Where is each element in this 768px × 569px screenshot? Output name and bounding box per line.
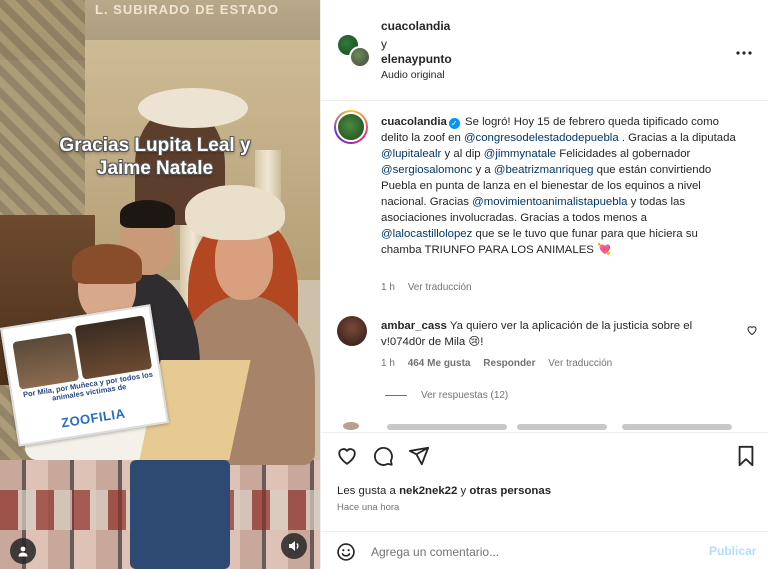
caption-author-avatar[interactable] xyxy=(334,110,368,144)
media-person xyxy=(72,244,142,284)
smiley-icon xyxy=(337,543,355,561)
post-caption: cuacolandia ✓ Se logró! Hoy 15 de febrero… xyxy=(381,114,741,258)
post-header: cuacolandia y elenaypunto Audio original xyxy=(321,0,768,101)
comment-username[interactable]: ambar_cass xyxy=(381,320,447,332)
caption-text: . Gracias a la diputada xyxy=(618,132,736,144)
share-icon xyxy=(408,446,430,466)
share-button[interactable] xyxy=(408,445,430,472)
publish-button[interactable]: Publicar xyxy=(709,544,756,558)
mention-link[interactable]: @congresodelestadodepuebla xyxy=(464,132,619,144)
emoji-picker-button[interactable] xyxy=(336,542,356,567)
comment-reply-button[interactable]: Responder xyxy=(483,358,535,369)
comment-icon xyxy=(374,447,393,466)
commenter-avatar[interactable] xyxy=(337,316,367,346)
caption-see-translation[interactable]: Ver traducción xyxy=(408,282,472,293)
comment-see-translation[interactable]: Ver traducción xyxy=(548,358,612,369)
add-comment-bar: Publicar xyxy=(321,531,768,569)
post-detail-panel: cuacolandia y elenaypunto Audio original… xyxy=(320,0,768,569)
user-tag-button[interactable] xyxy=(10,538,36,564)
coauthor-username[interactable]: elenaypunto xyxy=(381,52,452,66)
view-replies-label: Ver respuestas (12) xyxy=(421,390,509,401)
view-replies-button[interactable]: Ver respuestas (12) xyxy=(385,390,508,401)
like-button[interactable] xyxy=(336,445,358,472)
mention-link[interactable]: @movimientoanimalistapuebla xyxy=(472,196,627,208)
cut-comment-text xyxy=(517,424,607,430)
more-horizontal-icon xyxy=(736,51,752,55)
likes-prefix: Les gusta a xyxy=(337,485,400,497)
media-person xyxy=(130,460,230,569)
comment-meta: 1 h 464 Me gusta Responder Ver traducció… xyxy=(381,358,622,369)
comment: ambar_cass Ya quiero ver la aplicación d… xyxy=(381,318,731,350)
caption-text: y al dip xyxy=(441,148,484,160)
commenter-avatar xyxy=(343,422,359,430)
mention-link[interactable]: @lupitalealr xyxy=(381,148,441,160)
heart-icon xyxy=(338,448,356,465)
heart-icon xyxy=(747,326,757,336)
coauthor-avatar[interactable] xyxy=(349,46,371,68)
media-overlay-caption: Gracias Lupita Leal y Jaime Natale xyxy=(59,135,251,179)
speaker-icon xyxy=(289,541,299,551)
mention-link[interactable]: @beatrizmanriqueg xyxy=(494,164,594,176)
media-person xyxy=(120,200,175,228)
likes-summary: Les gusta a nek2nek22 y otras personas xyxy=(337,485,551,497)
replies-divider xyxy=(385,395,407,396)
save-button[interactable] xyxy=(736,445,756,472)
caption-meta: 1 h Ver traducción xyxy=(381,282,482,293)
person-icon xyxy=(18,546,28,557)
avatar-image xyxy=(336,112,366,142)
likes-suffix: y xyxy=(457,485,470,497)
verified-badge-icon: ✓ xyxy=(448,118,460,129)
sign-photo xyxy=(12,332,80,390)
mention-link[interactable]: @jimmynatale xyxy=(484,148,556,160)
caption-text: Felicidades al gobernador xyxy=(556,148,691,160)
comment-text: ! xyxy=(480,336,484,348)
media-banner-text: L. SUBIRADO DE ESTADO xyxy=(95,2,279,17)
bookmark-icon xyxy=(738,445,754,467)
comment-input[interactable] xyxy=(371,542,691,562)
post-timestamp[interactable]: Hace una hora xyxy=(337,502,399,513)
sign-photo xyxy=(74,315,153,380)
cut-comment-text xyxy=(387,424,507,430)
caption-text: y a xyxy=(472,164,494,176)
post-actions: Les gusta a nek2nek22 y otras personas H… xyxy=(321,432,768,569)
likes-others-link[interactable]: otras personas xyxy=(469,485,551,497)
comment-likes[interactable]: 464 Me gusta xyxy=(408,358,471,369)
media-person xyxy=(185,185,285,240)
caption-username[interactable]: cuacolandia xyxy=(381,116,447,128)
post-media[interactable]: L. SUBIRADO DE ESTADO Por Mila, por Muñe… xyxy=(0,0,320,569)
comment-time[interactable]: 1 h xyxy=(381,358,395,369)
protest-sign: Por Mila, por Muñeca y por todos los ani… xyxy=(0,304,169,447)
likes-user-link[interactable]: nek2nek22 xyxy=(399,485,457,497)
audio-label[interactable]: Audio original xyxy=(381,69,445,81)
author-username[interactable]: cuacolandia xyxy=(381,19,450,33)
media-person xyxy=(138,88,248,128)
mention-link[interactable]: @sergiosalomonc xyxy=(381,164,472,176)
cut-comment-text xyxy=(622,424,732,430)
sad-emoji-icon: 😢 xyxy=(468,336,481,348)
mention-link[interactable]: @lalocastillolopez xyxy=(381,228,472,240)
next-comment-partial xyxy=(337,422,747,430)
heart-emoji-icon: 💘 xyxy=(597,244,612,256)
more-options-button[interactable] xyxy=(736,40,752,61)
caption-time[interactable]: 1 h xyxy=(381,282,395,293)
comment-button[interactable] xyxy=(372,445,394,472)
coauthor-separator: y xyxy=(381,37,387,51)
comment-like-button[interactable] xyxy=(746,323,758,341)
audio-toggle-button[interactable] xyxy=(281,533,307,559)
